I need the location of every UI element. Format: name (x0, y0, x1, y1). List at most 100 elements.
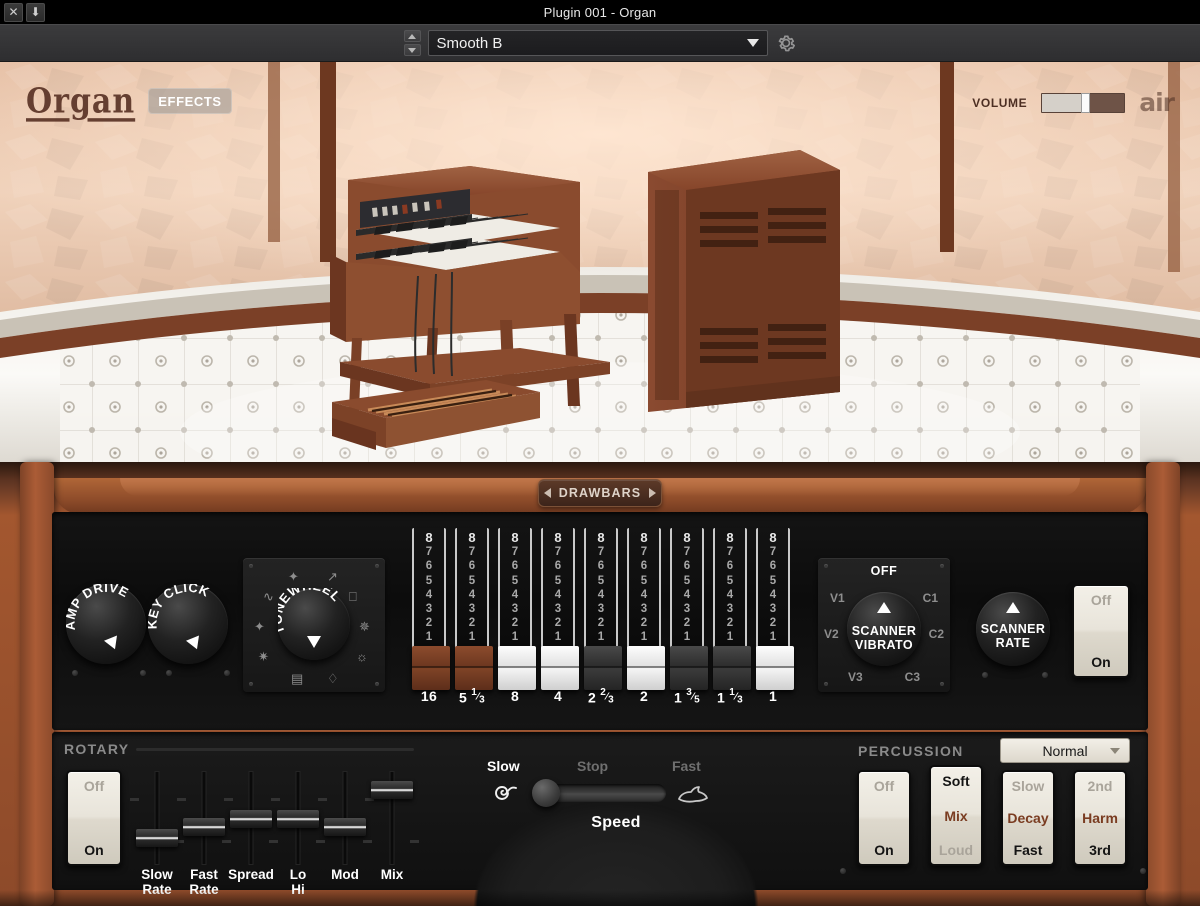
drawbar-handle[interactable] (713, 646, 751, 690)
rotary-slider-handle[interactable] (183, 818, 225, 836)
drawbar-label: 2 (623, 688, 665, 704)
drawbar-handle[interactable] (412, 646, 450, 690)
scanner-power-switch[interactable]: Off On (1072, 584, 1130, 678)
drawbar-1-3-5[interactable]: 876543211 3⁄5 (670, 528, 704, 670)
cassette-icon[interactable]: ▤ (291, 672, 303, 685)
scanner-pos-v1[interactable]: V1 (830, 591, 845, 605)
scanner-pos-c2[interactable]: C2 (929, 627, 944, 641)
rotary-slider-handle[interactable] (277, 810, 319, 828)
drawbar-4[interactable]: 876543214 (541, 528, 575, 670)
drawbar-2-2-3[interactable]: 876543212 2⁄3 (584, 528, 618, 670)
square-wave-icon[interactable]: ⎕ (349, 590, 357, 603)
drawbar-track[interactable]: 87654321 (541, 528, 575, 670)
rotary-slider-track[interactable] (369, 772, 415, 864)
volume-handle[interactable] (1081, 93, 1090, 113)
percussion-volume-switch[interactable]: Soft Mix Loud (929, 765, 983, 866)
chevron-down-icon (747, 39, 759, 47)
rotary-slider-handle[interactable] (371, 781, 413, 799)
tonewheel-knob[interactable]: TONEWHEEL (278, 588, 350, 660)
speed-stop-label[interactable]: Stop (577, 758, 608, 774)
key-click-knob[interactable]: KEY CLICK (148, 584, 228, 664)
screw-icon (824, 682, 828, 686)
scanner-rate-knob[interactable]: SCANNER RATE (976, 592, 1050, 666)
percussion-power-switch[interactable]: Off On (857, 770, 911, 866)
preset-down-button[interactable] (404, 44, 421, 56)
drawbar-handle[interactable] (455, 646, 493, 690)
rotary-slider-track[interactable] (181, 772, 227, 864)
drawbar-2[interactable]: 876543212 (627, 528, 661, 670)
amp-drive-knob[interactable]: AMP DRIVE (66, 584, 146, 664)
triangle-left-icon[interactable] (544, 488, 551, 498)
drawbar-1[interactable]: 876543211 (756, 528, 790, 670)
rotary-slider-slow-rate[interactable]: SlowRate (134, 772, 180, 864)
triangle-right-icon[interactable] (649, 488, 656, 498)
percussion-harmonic-switch[interactable]: 2nd Harm 3rd (1073, 770, 1127, 866)
rotary-slider-handle[interactable] (230, 810, 272, 828)
drawbar-track[interactable]: 87654321 (455, 528, 489, 670)
rotary-slider-track[interactable] (275, 772, 321, 864)
scanner-pos-c1[interactable]: C1 (923, 591, 938, 605)
rotary-slider-mix[interactable]: Mix (369, 772, 415, 864)
percussion-decay-switch[interactable]: Slow Decay Fast (1001, 770, 1055, 866)
scanner-vibrato-off-label: OFF (818, 564, 950, 578)
volume-slider[interactable] (1041, 93, 1125, 113)
diamond-icon[interactable]: ♢ (327, 672, 339, 685)
drawbar-8[interactable]: 876543218 (498, 528, 532, 670)
drawbar-16[interactable]: 8765432116 (412, 528, 446, 670)
rotary-slider-handle[interactable] (324, 818, 366, 836)
drawbar-1-1-3[interactable]: 876543211 1⁄3 (713, 528, 747, 670)
drawbar-track[interactable]: 87654321 (670, 528, 704, 670)
preset-select[interactable]: Smooth B (428, 30, 768, 56)
percussion-section-title: PERCUSSION (858, 743, 964, 759)
window-title: Plugin 001 - Organ (0, 5, 1200, 20)
down-arrow-icon[interactable]: ⬇ (26, 3, 45, 22)
drawbar-handle[interactable] (756, 646, 794, 690)
bee-icon[interactable]: ✵ (359, 620, 370, 633)
star-icon[interactable]: ✷ (258, 650, 269, 663)
scanner-pos-c3[interactable]: C3 (905, 670, 920, 684)
scanner-pos-v2[interactable]: V2 (824, 627, 839, 641)
gear-icon[interactable] (775, 32, 797, 54)
drawbar-track[interactable]: 87654321 (713, 528, 747, 670)
screw-icon (249, 682, 253, 686)
screw-icon (982, 672, 988, 678)
zigzag-icon[interactable]: ↗ (327, 570, 338, 583)
drawbar-label: 16 (408, 688, 450, 704)
scanner-pos-v3[interactable]: V3 (848, 670, 863, 684)
drawbar-track[interactable]: 87654321 (584, 528, 618, 670)
drawbar-track[interactable]: 87654321 (412, 528, 446, 670)
rotary-slider-track[interactable] (322, 772, 368, 864)
rotary-slider-track[interactable] (134, 772, 180, 864)
scanner-vibrato-knob[interactable]: SCANNER VIBRATO (847, 592, 921, 666)
drawbar-handle[interactable] (498, 646, 536, 690)
drawbar-5-1-3[interactable]: 876543215 1⁄3 (455, 528, 489, 670)
sun-icon[interactable]: ☼ (356, 650, 368, 663)
sparkle-icon[interactable]: ✦ (254, 620, 265, 633)
rotary-slider-fast-rate[interactable]: FastRate (181, 772, 227, 864)
rotary-slider-mod[interactable]: Mod (322, 772, 368, 864)
drawbar-track[interactable]: 87654321 (627, 528, 661, 670)
close-icon[interactable]: ✕ (4, 3, 23, 22)
tab-drawbars[interactable]: DRAWBARS (538, 479, 662, 507)
sine-wave-icon[interactable]: ∿ (263, 590, 274, 603)
speed-slider-handle[interactable] (532, 779, 560, 807)
drawbar-track[interactable]: 87654321 (756, 528, 790, 670)
speed-slow-label[interactable]: Slow (487, 758, 520, 774)
speed-fast-label[interactable]: Fast (672, 758, 701, 774)
rotary-slider-lo-hi[interactable]: LoHi (275, 772, 321, 864)
drawbar-handle[interactable] (627, 646, 665, 690)
rotary-slider-track[interactable] (228, 772, 274, 864)
drawbar-track[interactable]: 87654321 (498, 528, 532, 670)
drawbar-handle[interactable] (541, 646, 579, 690)
leaf-icon[interactable]: ✦ (288, 570, 299, 583)
percussion-mode-select[interactable]: Normal (1000, 738, 1130, 763)
rotary-power-switch[interactable]: Off On (66, 770, 122, 866)
effects-button[interactable]: EFFECTS (148, 88, 232, 114)
rotary-slider-handle[interactable] (136, 829, 178, 847)
drawbar-label: 8 (494, 688, 536, 704)
rotary-slider-spread[interactable]: Spread (228, 772, 274, 864)
preset-up-button[interactable] (404, 30, 421, 42)
drawbar-handle[interactable] (670, 646, 708, 690)
percussion-harmonic-2nd-label: 2nd (1088, 779, 1113, 793)
drawbar-handle[interactable] (584, 646, 622, 690)
